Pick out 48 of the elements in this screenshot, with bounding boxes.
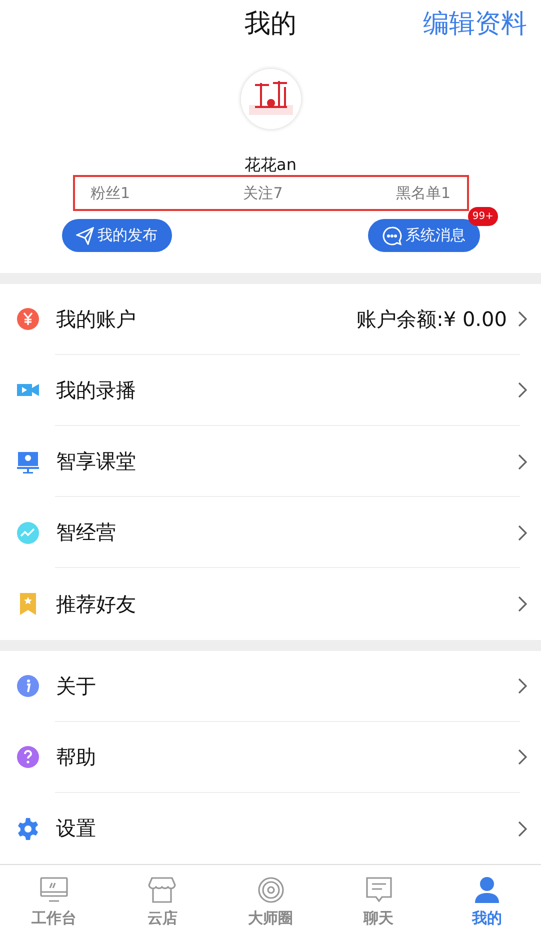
system-messages-button[interactable]: 系统消息 bbox=[368, 219, 480, 252]
tab-bar-item[interactable]: 聊天 bbox=[324, 865, 433, 938]
paper-plane-icon bbox=[76, 226, 94, 245]
menu-label: 智经营 bbox=[56, 519, 117, 546]
page-title: 我的 bbox=[244, 8, 296, 42]
tab-bar-item[interactable]: 云店 bbox=[108, 865, 216, 938]
stat-count[interactable]: 关注7 bbox=[243, 184, 283, 203]
tab-label: 大师圈 bbox=[248, 909, 293, 928]
menu-row[interactable]: 推荐好友 bbox=[0, 568, 541, 640]
chevron-right-icon bbox=[517, 524, 527, 541]
menu-label: 推荐好友 bbox=[56, 590, 137, 618]
menu-label: 智享课堂 bbox=[56, 448, 137, 476]
tab-label: 我的 bbox=[472, 909, 502, 928]
user-name: 花花an bbox=[244, 155, 296, 176]
stat-count[interactable]: 黑名单1 bbox=[396, 184, 450, 203]
tab-bar-item[interactable]: 我的 bbox=[432, 865, 541, 938]
menu-label: 我的录播 bbox=[56, 376, 137, 404]
store-icon bbox=[147, 875, 178, 906]
tab-label: 工作台 bbox=[32, 909, 77, 928]
menu-row[interactable]: 智享课堂 bbox=[0, 426, 541, 498]
tab-bar-item[interactable]: 工作台 bbox=[0, 865, 108, 938]
unread-count-badge: 99+ bbox=[468, 207, 498, 226]
chat-bubble-icon bbox=[382, 226, 402, 246]
account-balance: 账户余额:¥ 0.00 bbox=[356, 306, 507, 333]
menu-label: 帮助 bbox=[56, 744, 97, 771]
chevron-right-icon bbox=[517, 820, 527, 837]
disc-icon bbox=[256, 875, 286, 906]
menu-row[interactable]: 设置 bbox=[0, 793, 541, 864]
my-posts-button[interactable]: 我的发布 bbox=[62, 219, 172, 252]
menu-row[interactable]: 我的账户 账户余额:¥ 0.00 bbox=[0, 284, 541, 355]
menu-row[interactable]: 关于 bbox=[0, 650, 541, 722]
menu-label: 我的账户 bbox=[56, 306, 137, 333]
tab-bar-item[interactable]: 大师圈 bbox=[216, 865, 325, 938]
menu-row[interactable]: 帮助 bbox=[0, 722, 541, 794]
chevron-right-icon bbox=[517, 311, 527, 328]
chevron-right-icon bbox=[517, 382, 527, 398]
chevron-right-icon bbox=[517, 454, 527, 470]
tab-label: 云店 bbox=[147, 909, 178, 928]
stat-count[interactable]: 粉丝1 bbox=[90, 184, 130, 203]
menu-label: 关于 bbox=[56, 672, 97, 700]
chevron-right-icon bbox=[517, 678, 527, 694]
menu-row[interactable]: 智经营 bbox=[0, 497, 541, 568]
chevron-right-icon bbox=[517, 596, 527, 612]
tab-label: 聊天 bbox=[364, 909, 394, 928]
menu-label: 设置 bbox=[56, 815, 97, 842]
menu-row[interactable]: 我的录播 bbox=[0, 354, 541, 426]
edit-profile-link[interactable]: 编辑资料 bbox=[423, 6, 527, 41]
chevron-right-icon bbox=[517, 749, 527, 766]
